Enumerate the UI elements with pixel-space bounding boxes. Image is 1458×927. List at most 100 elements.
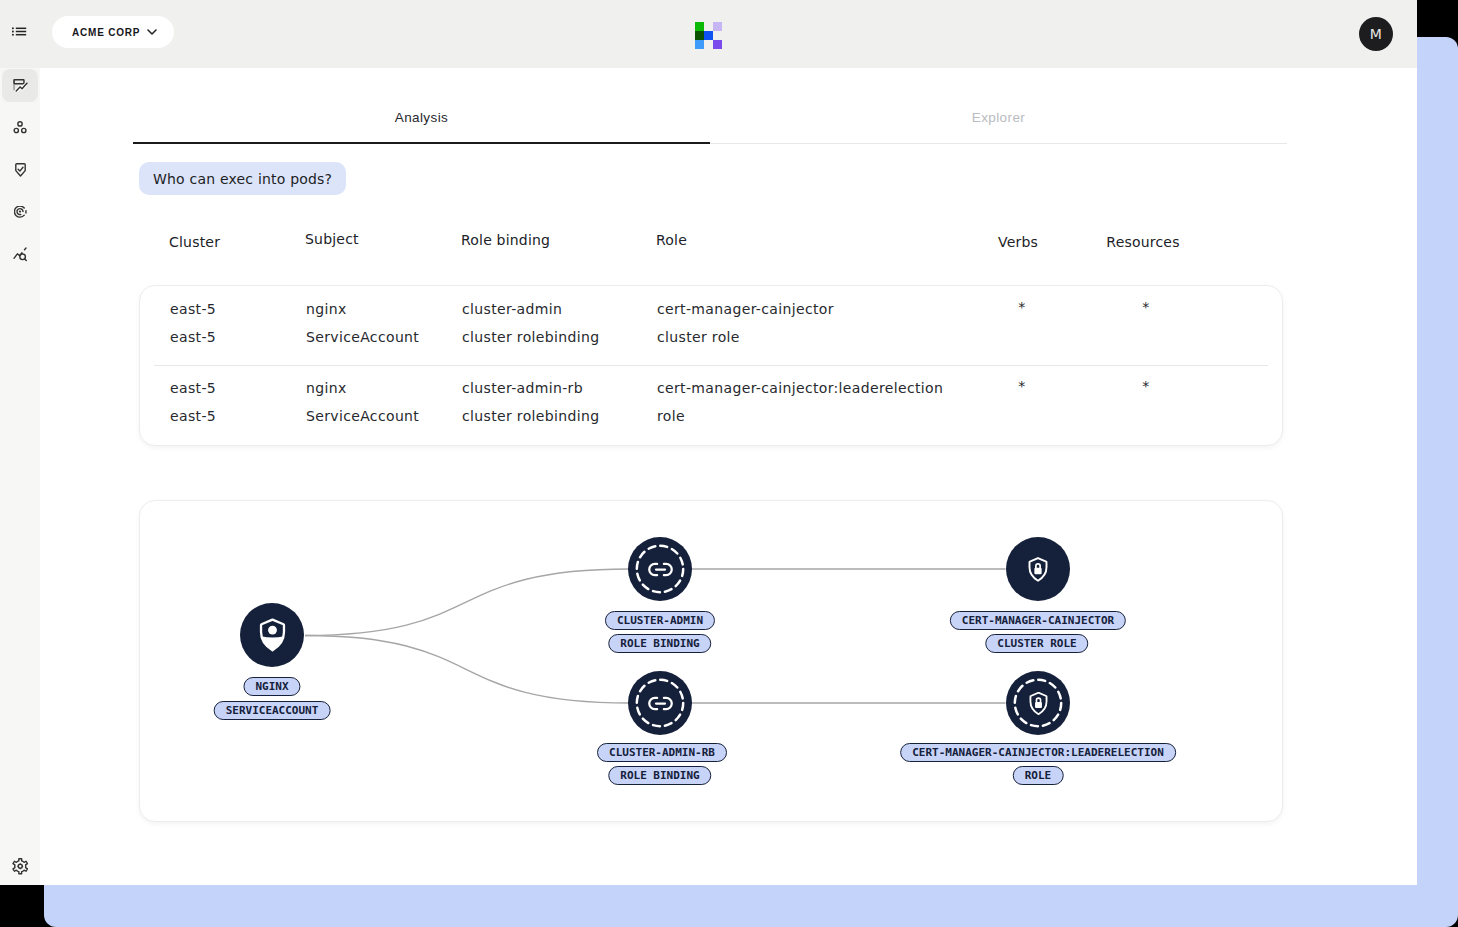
cell-role: cert-manager-cainjector	[657, 295, 834, 323]
pill-text: CLUSTER-ADMIN-RB	[609, 746, 715, 759]
graph-label-name[interactable]: CERT-MANAGER-CAINJECTOR	[950, 611, 1126, 630]
cell-role-binding: cluster rolebinding	[462, 402, 599, 430]
cell-subject: ServiceAccount	[306, 402, 419, 430]
logo-cell-green	[695, 22, 704, 31]
cell-verbs: *	[992, 372, 1052, 400]
pill-text: ROLE	[1025, 769, 1052, 782]
menu-icon[interactable]	[12, 27, 27, 39]
trend-search-icon	[13, 246, 28, 262]
shield-check-icon	[15, 163, 26, 177]
main-content: Analysis Explorer Who can exec into pods…	[40, 68, 1417, 885]
cell-subject: nginx	[306, 295, 347, 323]
tab-analysis[interactable]: Analysis	[133, 100, 710, 144]
cell-subject: ServiceAccount	[306, 323, 419, 351]
table-row[interactable]: east-5 nginx cluster-admin cert-manager-…	[140, 286, 1282, 365]
graph-node-rolebinding-1[interactable]	[628, 537, 692, 601]
cluster-dots-icon	[13, 121, 27, 134]
query-chip-label: Who can exec into pods?	[153, 171, 332, 187]
cell-cluster: east-5	[170, 402, 216, 430]
app-window: ACME CORP M	[0, 0, 1417, 885]
chevron-down-icon	[147, 29, 157, 35]
graph-label-name[interactable]: NGINX	[243, 677, 300, 696]
graph-label-kind[interactable]: CLUSTER ROLE	[985, 634, 1088, 653]
user-avatar[interactable]: M	[1359, 17, 1393, 51]
graph-label-kind[interactable]: SERVICEACCOUNT	[214, 701, 331, 720]
pill-text: SERVICEACCOUNT	[226, 704, 319, 717]
column-header-resources: Resources	[1103, 232, 1183, 252]
cell-subject: nginx	[306, 374, 347, 402]
graph-label-kind[interactable]: ROLE BINDING	[608, 766, 711, 785]
pill-text: CLUSTER-ADMIN	[617, 614, 703, 627]
logo-cell-lavender	[713, 22, 722, 31]
tab-explorer-label: Explorer	[972, 110, 1025, 144]
results-table: east-5 nginx cluster-admin cert-manager-…	[139, 285, 1283, 446]
sidebar-item-settings[interactable]	[2, 850, 38, 883]
cell-verbs: *	[992, 293, 1052, 321]
cell-resources: *	[1116, 372, 1176, 400]
cell-role: cluster role	[657, 323, 740, 351]
cell-cluster: east-5	[170, 295, 216, 323]
sidebar-item-security[interactable]	[2, 153, 38, 186]
cell-cluster: east-5	[170, 323, 216, 351]
pill-text: ROLE BINDING	[620, 637, 699, 650]
graph-label-kind[interactable]: ROLE BINDING	[608, 634, 711, 653]
cell-role: cert-manager-cainjector:leaderelection	[657, 374, 943, 402]
logo-cell-blue	[704, 31, 713, 40]
pill-text: ROLE BINDING	[620, 769, 699, 782]
pill-text: CERT-MANAGER-CAINJECTOR:LEADERELECTION	[912, 746, 1164, 759]
shield-user-icon	[259, 618, 286, 652]
pill-text: CERT-MANAGER-CAINJECTOR	[962, 614, 1114, 627]
avatar-initial: M	[1370, 26, 1382, 42]
cell-role-binding: cluster-admin-rb	[462, 374, 583, 402]
table-header: Cluster Subject Role binding Role Verbs …	[133, 232, 1287, 252]
column-header-role-binding: Role binding	[461, 230, 550, 250]
tab-analysis-label: Analysis	[395, 110, 448, 144]
graph-node-role-1[interactable]	[1006, 537, 1070, 601]
shield-lock-icon	[1028, 557, 1048, 582]
column-header-verbs: Verbs	[978, 232, 1058, 252]
flag-activity-icon	[13, 79, 28, 92]
org-switcher-button[interactable]: ACME CORP	[52, 16, 174, 48]
table-row-line: east-5 ServiceAccount cluster rolebindin…	[140, 323, 1282, 351]
graph-node-role-2[interactable]	[1006, 671, 1070, 735]
table-row[interactable]: east-5 nginx cluster-admin-rb cert-manag…	[140, 366, 1282, 445]
table-row-line: east-5 ServiceAccount cluster rolebindin…	[140, 402, 1282, 430]
column-header-role: Role	[656, 230, 687, 250]
sidebar	[0, 68, 40, 885]
cell-role-binding: cluster-admin	[462, 295, 562, 323]
sidebar-item-clusters[interactable]	[2, 111, 38, 144]
graph-label-name[interactable]: CLUSTER-ADMIN	[605, 611, 715, 630]
cell-cluster: east-5	[170, 374, 216, 402]
graph-node-subject[interactable]	[240, 603, 304, 667]
link-icon	[647, 690, 674, 717]
link-icon	[647, 556, 674, 583]
sidebar-item-trends[interactable]	[2, 237, 38, 270]
topbar: ACME CORP M	[0, 0, 1417, 68]
table-row-line: east-5 nginx cluster-admin cert-manager-…	[140, 295, 1282, 323]
cell-resources: *	[1116, 293, 1176, 321]
graph-node-rolebinding-2[interactable]	[628, 671, 692, 735]
column-header-cluster: Cluster	[169, 232, 220, 252]
pill-text: CLUSTER ROLE	[997, 637, 1076, 650]
logo-cell-dark-green	[695, 31, 704, 40]
logo-cell-purple	[713, 40, 722, 49]
org-name: ACME CORP	[72, 27, 140, 38]
rbac-graph: NGINX SERVICEACCOUNT CLUSTER-ADMIN ROLE …	[139, 500, 1283, 822]
graph-label-kind[interactable]: ROLE	[1013, 766, 1064, 785]
cell-role-binding: cluster rolebinding	[462, 323, 599, 351]
cell-role: role	[657, 402, 685, 430]
graph-label-name[interactable]: CERT-MANAGER-CAINJECTOR:LEADERELECTION	[900, 743, 1176, 762]
column-header-subject: Subject	[305, 229, 359, 249]
app-logo	[695, 22, 722, 49]
radar-icon	[14, 206, 27, 218]
gear-icon	[12, 858, 29, 875]
graph-label-name[interactable]: CLUSTER-ADMIN-RB	[597, 743, 727, 762]
table-row-line: east-5 nginx cluster-admin-rb cert-manag…	[140, 374, 1282, 402]
logo-cell-light-blue	[695, 40, 704, 49]
tab-bar: Analysis Explorer	[133, 100, 1287, 144]
sidebar-item-radar[interactable]	[2, 195, 38, 228]
sidebar-item-analysis[interactable]	[2, 69, 38, 102]
pill-text: NGINX	[255, 680, 288, 693]
query-chip[interactable]: Who can exec into pods?	[139, 162, 346, 195]
tab-explorer[interactable]: Explorer	[710, 100, 1287, 144]
